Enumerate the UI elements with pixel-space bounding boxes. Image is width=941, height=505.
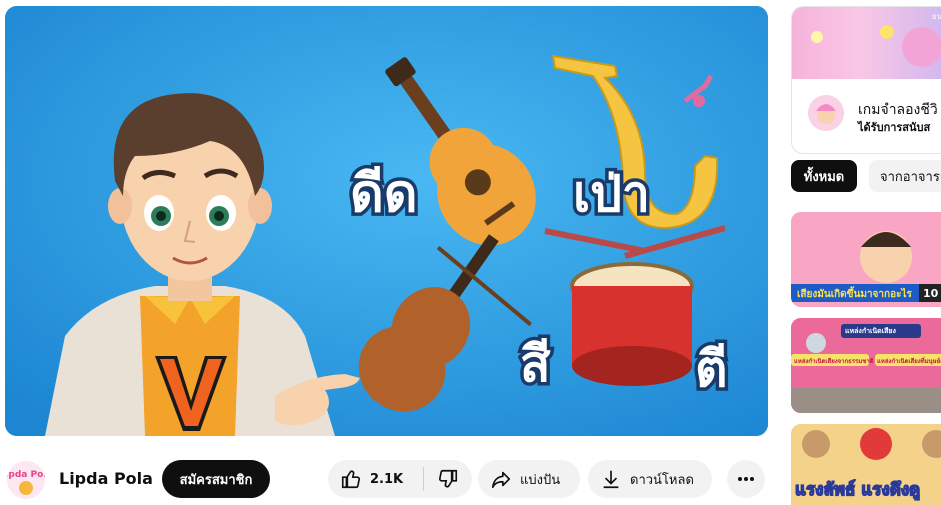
label-hit: ตี xyxy=(695,340,727,398)
thumbnail-caption-2-top: แหล่งกำเนิดเสียง xyxy=(845,327,896,335)
ad-subtitle: ได้รับการสนับส xyxy=(858,121,931,134)
svg-text:ยนตร์: ยนตร์ xyxy=(932,11,941,21)
ad-banner-art: ยนตร์ xyxy=(811,11,941,67)
related-video-thumbnail-3[interactable]: แรงลัพธ์ แรงดึงดู xyxy=(791,424,941,505)
video-frame: ดีด เป่า สี ตี xyxy=(5,6,768,436)
video-action-bar: Lipda Pola Lipda Pola สมัครสมาชิก 2.1K แ… xyxy=(5,456,768,502)
thumbs-up-icon xyxy=(341,470,360,489)
channel-avatar[interactable]: Lipda Pola xyxy=(7,461,45,499)
download-label: ดาวน์โหลด xyxy=(630,472,694,488)
more-horizontal-icon xyxy=(738,477,754,481)
like-dislike-group: 2.1K xyxy=(328,460,472,498)
like-count: 2.1K xyxy=(370,471,404,487)
svg-text:Lipda Pola: Lipda Pola xyxy=(7,470,45,480)
like-button[interactable]: 2.1K xyxy=(328,460,423,498)
related-video-thumbnail-1[interactable]: เสียงมันเกิดขึ้นมาจากอะไร 10 xyxy=(791,212,941,307)
ad-banner-image: ยนตร์ xyxy=(792,7,941,79)
more-actions-button[interactable] xyxy=(727,460,765,498)
sponsored-ad-card[interactable]: ยนตร์ เกมจำลองชีวิ ได้รับการสนับส xyxy=(791,6,941,154)
label-blow: เป่า xyxy=(573,165,650,223)
chip-from-channel[interactable]: จากอาจารย xyxy=(869,160,941,192)
share-button[interactable]: แบ่งปัน xyxy=(478,460,580,498)
thumbnail-caption-2-right: แหล่งกำเนิดเสียงที่มนุษย์สร้าง xyxy=(877,358,941,365)
channel-logo: Lipda Pola xyxy=(7,461,45,499)
thumbnail-duration-1: 10 xyxy=(923,287,939,300)
channel-name[interactable]: Lipda Pola xyxy=(59,469,153,488)
thumbnail-caption-2-left: แหล่งกำเนิดเสียงจากธรรมชาติ xyxy=(794,358,874,365)
video-player[interactable]: ดีด เป่า สี ตี xyxy=(5,6,768,436)
sidebar: ยนตร์ เกมจำลองชีวิ ได้รับการสนับส ทั้งหม… xyxy=(791,0,941,505)
chip-all[interactable]: ทั้งหมด xyxy=(791,160,857,192)
ad-app-icon xyxy=(808,95,844,131)
download-button[interactable]: ดาวน์โหลด xyxy=(588,460,712,498)
share-label: แบ่งปัน xyxy=(520,472,561,488)
thumbnail-caption-3: แรงลัพธ์ แรงดึงดู xyxy=(794,479,921,501)
download-icon xyxy=(603,470,619,489)
share-arrow-icon xyxy=(491,471,511,489)
label-pluck: ดีด xyxy=(350,164,418,224)
thumbs-down-icon xyxy=(439,469,458,488)
dislike-button[interactable] xyxy=(424,460,472,498)
label-bow: สี xyxy=(520,335,551,393)
subscribe-button[interactable]: สมัครสมาชิก xyxy=(162,460,270,498)
thumbnail-caption-1: เสียงมันเกิดขึ้นมาจากอะไร xyxy=(797,289,912,300)
related-video-thumbnail-2[interactable]: แหล่งกำเนิดเสียง แหล่งกำเนิดเสียงจากธรรม… xyxy=(791,318,941,413)
